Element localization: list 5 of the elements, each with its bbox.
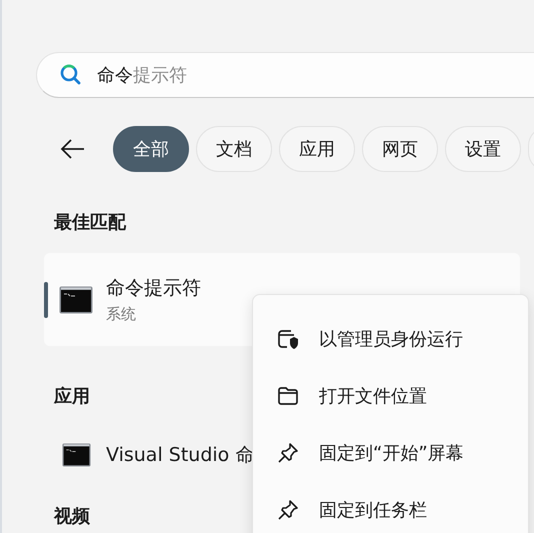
section-heading: 最佳匹配 bbox=[54, 211, 126, 234]
result-subtitle: 系统 bbox=[106, 305, 137, 324]
section-heading: 视频 bbox=[54, 505, 90, 528]
result-title: 命令提示符 bbox=[106, 276, 201, 301]
section-heading: 应用 bbox=[54, 385, 90, 408]
